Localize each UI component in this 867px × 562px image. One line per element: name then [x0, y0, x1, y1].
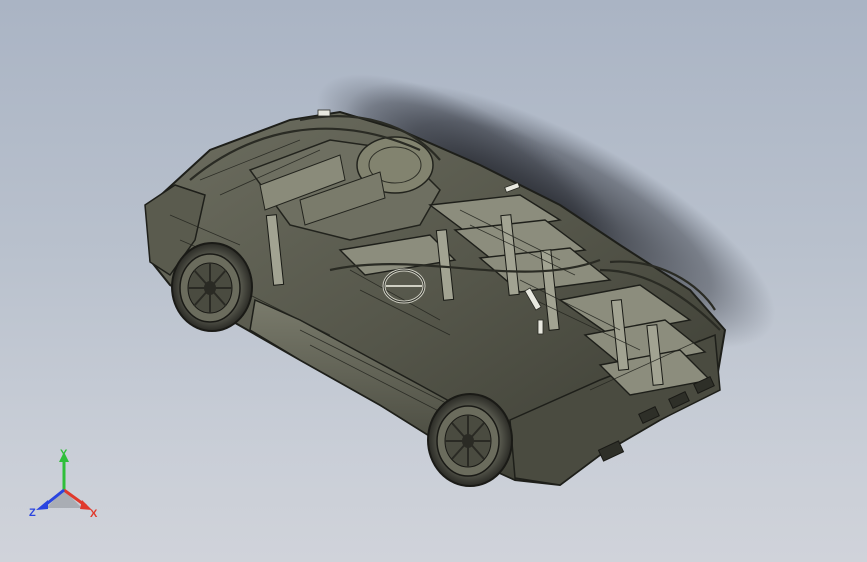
graphics-viewport[interactable]: Y X Z: [0, 0, 867, 562]
front-wheel: [427, 393, 513, 487]
x-axis-label: X: [90, 508, 98, 520]
car-3d-model[interactable]: [0, 0, 867, 562]
z-axis-label: Z: [29, 507, 36, 519]
y-axis-label: Y: [60, 448, 68, 460]
rear-wheel: [171, 242, 253, 332]
coordinate-triad[interactable]: Y X Z: [24, 446, 104, 526]
